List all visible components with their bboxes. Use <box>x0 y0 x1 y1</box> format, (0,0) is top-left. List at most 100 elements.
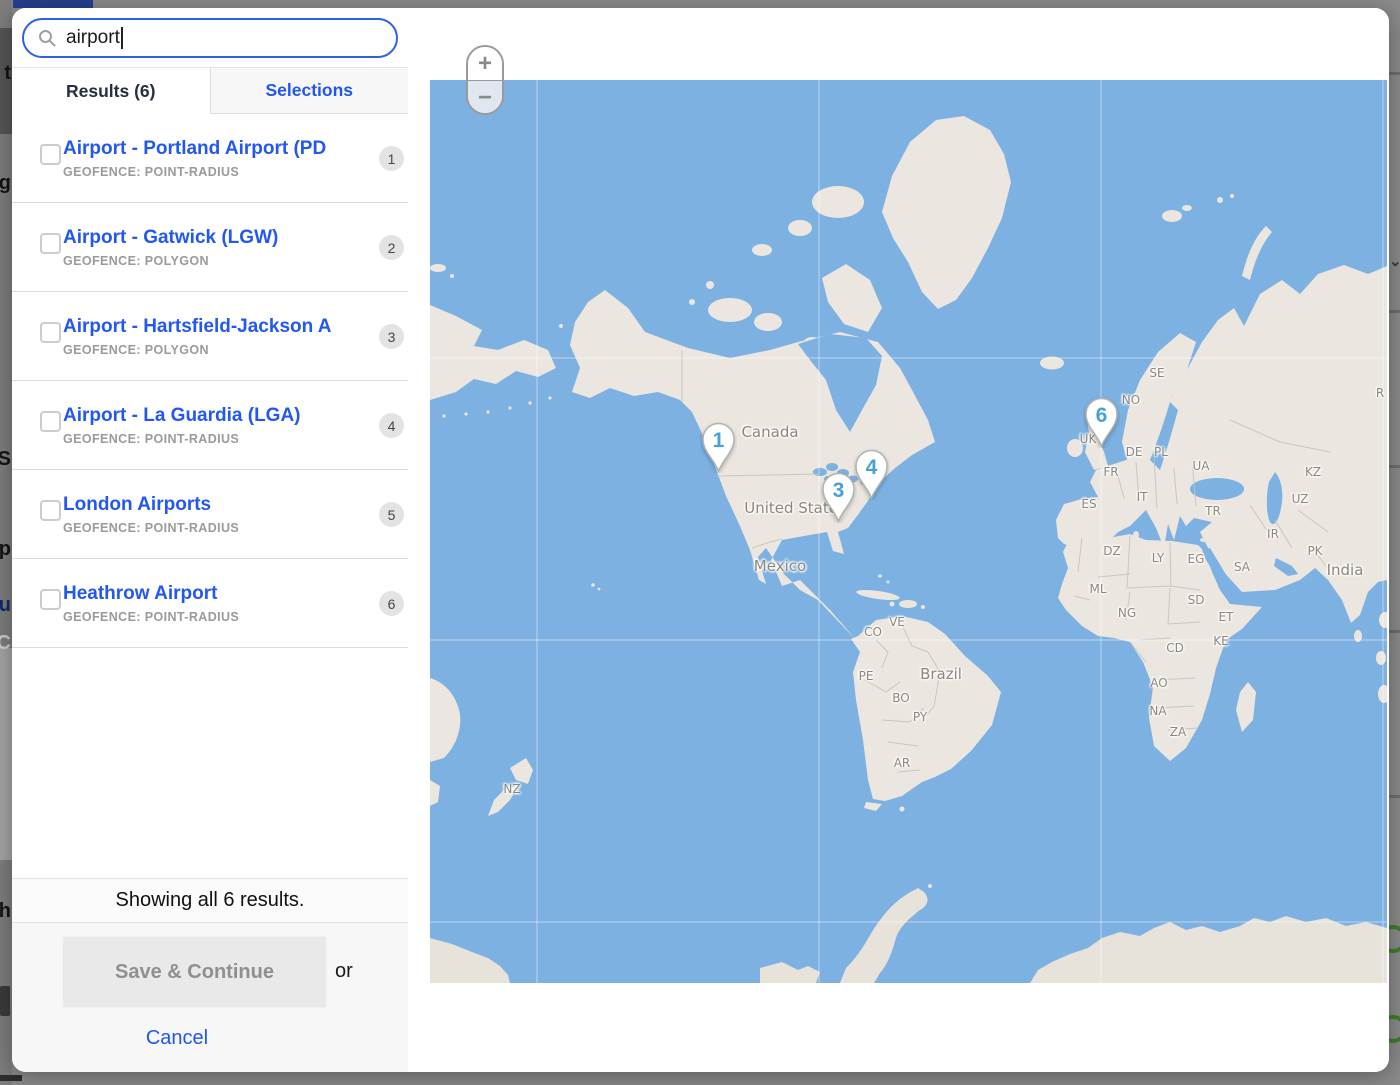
map-place-label: DZ <box>1103 544 1120 558</box>
background-text-fragment: g <box>0 172 11 195</box>
map-place-label: ZA <box>1170 725 1186 739</box>
map-place-label: SE <box>1149 366 1164 380</box>
result-texts: Heathrow AirportGEOFENCE: POINT-RADIUS <box>63 582 370 624</box>
background-green-glyph <box>1389 925 1400 953</box>
cancel-link[interactable]: Cancel <box>12 1027 342 1050</box>
map-pin-marker-1[interactable]: 1 <box>700 421 737 473</box>
map-place-label: IR <box>1267 527 1279 541</box>
result-number-badge: 2 <box>379 235 404 260</box>
result-geofence-type: GEOFENCE: POLYGON <box>63 254 370 268</box>
result-row[interactable]: Airport - Gatwick (LGW) GEOFENCE: POLYGON… <box>12 203 408 292</box>
map-place-label: ML <box>1089 582 1106 596</box>
result-title[interactable]: Airport - Portland Airport (PD <box>63 137 370 161</box>
tab-results[interactable]: Results (6) <box>12 68 210 114</box>
map-pin-marker-4[interactable]: 4 <box>853 448 890 500</box>
map-place-label: R <box>1376 386 1384 400</box>
result-number-badge: 4 <box>379 413 404 438</box>
result-geofence-type: GEOFENCE: POINT-RADIUS <box>63 432 370 446</box>
map-place-label: VE <box>889 615 905 629</box>
chevron-down-icon: ⌄ <box>1389 252 1400 270</box>
map-place-label: PL <box>1154 445 1168 459</box>
save-and-continue-button[interactable]: Save & Continue <box>62 936 327 1008</box>
result-number-badge: 5 <box>379 502 404 527</box>
map-place-label: EG <box>1188 552 1205 566</box>
result-title[interactable]: Airport - Hartsfield-Jackson A <box>63 315 370 339</box>
map-place-label: UA <box>1193 459 1210 473</box>
result-title[interactable]: Airport - Gatwick (LGW) <box>63 226 370 250</box>
results-summary: Showing all 6 results. <box>12 878 408 923</box>
map-area: CanadaUnited StatesMexicoBrazilIndiaNZSE… <box>408 8 1389 1072</box>
map-place-label: NO <box>1122 393 1140 407</box>
or-label: or <box>335 960 353 983</box>
map-place-label: CO <box>864 625 882 639</box>
map-place-label: CD <box>1166 641 1184 655</box>
result-texts: Airport - Gatwick (LGW) GEOFENCE: POLYGON <box>63 226 370 268</box>
map-place-label: SD <box>1188 593 1205 607</box>
map-place-label: LY <box>1152 551 1164 565</box>
result-geofence-type: GEOFENCE: POLYGON <box>63 343 370 357</box>
result-row[interactable]: Airport - La Guardia (LGA) GEOFENCE: POIN… <box>12 381 408 470</box>
search-icon <box>38 29 56 47</box>
map-place-label: AR <box>894 756 911 770</box>
results-list: Airport - Portland Airport (PD GEOFENCE: … <box>12 114 408 648</box>
map-place-label: AO <box>1150 676 1167 690</box>
background-text-fragment: S <box>0 448 11 471</box>
result-texts: Airport - Hartsfield-Jackson A GEOFENCE: … <box>63 315 370 357</box>
zoom-out-button[interactable]: − <box>468 81 502 114</box>
result-number-badge: 1 <box>379 146 404 171</box>
result-title[interactable]: Heathrow Airport <box>63 582 370 606</box>
map-place-label: BO <box>892 691 909 705</box>
results-selections-tabbar: Results (6)Selections <box>12 67 408 114</box>
background-green-glyph <box>1389 1015 1400 1043</box>
result-row[interactable]: Heathrow AirportGEOFENCE: POINT-RADIUS 6 <box>12 559 408 648</box>
result-checkbox[interactable] <box>40 589 61 610</box>
map-place-label: Brazil <box>920 665 962 683</box>
background-page-left-strip: tgSpRuCh <box>0 0 12 1085</box>
background-blob <box>0 1075 22 1081</box>
result-checkbox[interactable] <box>40 322 61 343</box>
svg-text:3: 3 <box>832 479 844 502</box>
map-pin-marker-6[interactable]: 6 <box>1083 396 1120 448</box>
background-text-fragment: p <box>0 538 11 561</box>
map-zoom-control: + − <box>466 45 504 115</box>
result-geofence-type: GEOFENCE: POINT-RADIUS <box>63 165 370 179</box>
map-place-label: IT <box>1137 490 1148 504</box>
svg-text:6: 6 <box>1095 404 1107 427</box>
map-place-label: KE <box>1213 634 1228 648</box>
result-checkbox[interactable] <box>40 411 61 432</box>
search-value: airport <box>66 27 120 49</box>
world-map[interactable]: CanadaUnited StatesMexicoBrazilIndiaNZSE… <box>430 80 1387 983</box>
result-title[interactable]: London Airports <box>63 493 370 517</box>
result-checkbox[interactable] <box>40 233 61 254</box>
tab-selections[interactable]: Selections <box>210 68 409 114</box>
text-cursor <box>121 27 123 49</box>
background-text-fragment: h <box>0 900 11 923</box>
result-title[interactable]: Airport - La Guardia (LGA) <box>63 404 370 428</box>
map-place-label: PE <box>859 669 874 683</box>
map-place-label: TR <box>1205 504 1221 518</box>
result-row[interactable]: Airport - Hartsfield-Jackson A GEOFENCE: … <box>12 292 408 381</box>
result-checkbox[interactable] <box>40 500 61 521</box>
map-place-label: Mexico <box>754 557 806 575</box>
background-blob <box>0 986 10 1016</box>
map-place-label: ES <box>1081 497 1096 511</box>
zoom-in-button[interactable]: + <box>468 47 502 81</box>
result-checkbox[interactable] <box>40 144 61 165</box>
result-row[interactable]: Airport - Portland Airport (PD GEOFENCE: … <box>12 114 408 203</box>
background-page-right-strip: ⌄ <box>1389 0 1400 1085</box>
map-place-label: DE <box>1126 445 1143 459</box>
result-number-badge: 6 <box>379 591 404 616</box>
map-pin-marker-3[interactable]: 3 <box>820 471 857 523</box>
background-text-fragment: Ru <box>0 594 11 617</box>
svg-text:4: 4 <box>865 456 877 479</box>
geofence-picker-modal: airport Results (6)Selections Airport - … <box>12 8 1389 1072</box>
result-row[interactable]: London AirportsGEOFENCE: POINT-RADIUS5 <box>12 470 408 559</box>
background-text-fragment: t <box>4 62 11 85</box>
map-place-label: PY <box>913 710 927 724</box>
svg-text:1: 1 <box>712 429 724 452</box>
action-area: Save & Continue or Cancel <box>12 923 408 1072</box>
background-block <box>0 648 12 860</box>
map-place-label: ET <box>1219 610 1234 624</box>
map-place-label: KZ <box>1305 465 1321 479</box>
search-input[interactable]: airport <box>22 18 398 58</box>
